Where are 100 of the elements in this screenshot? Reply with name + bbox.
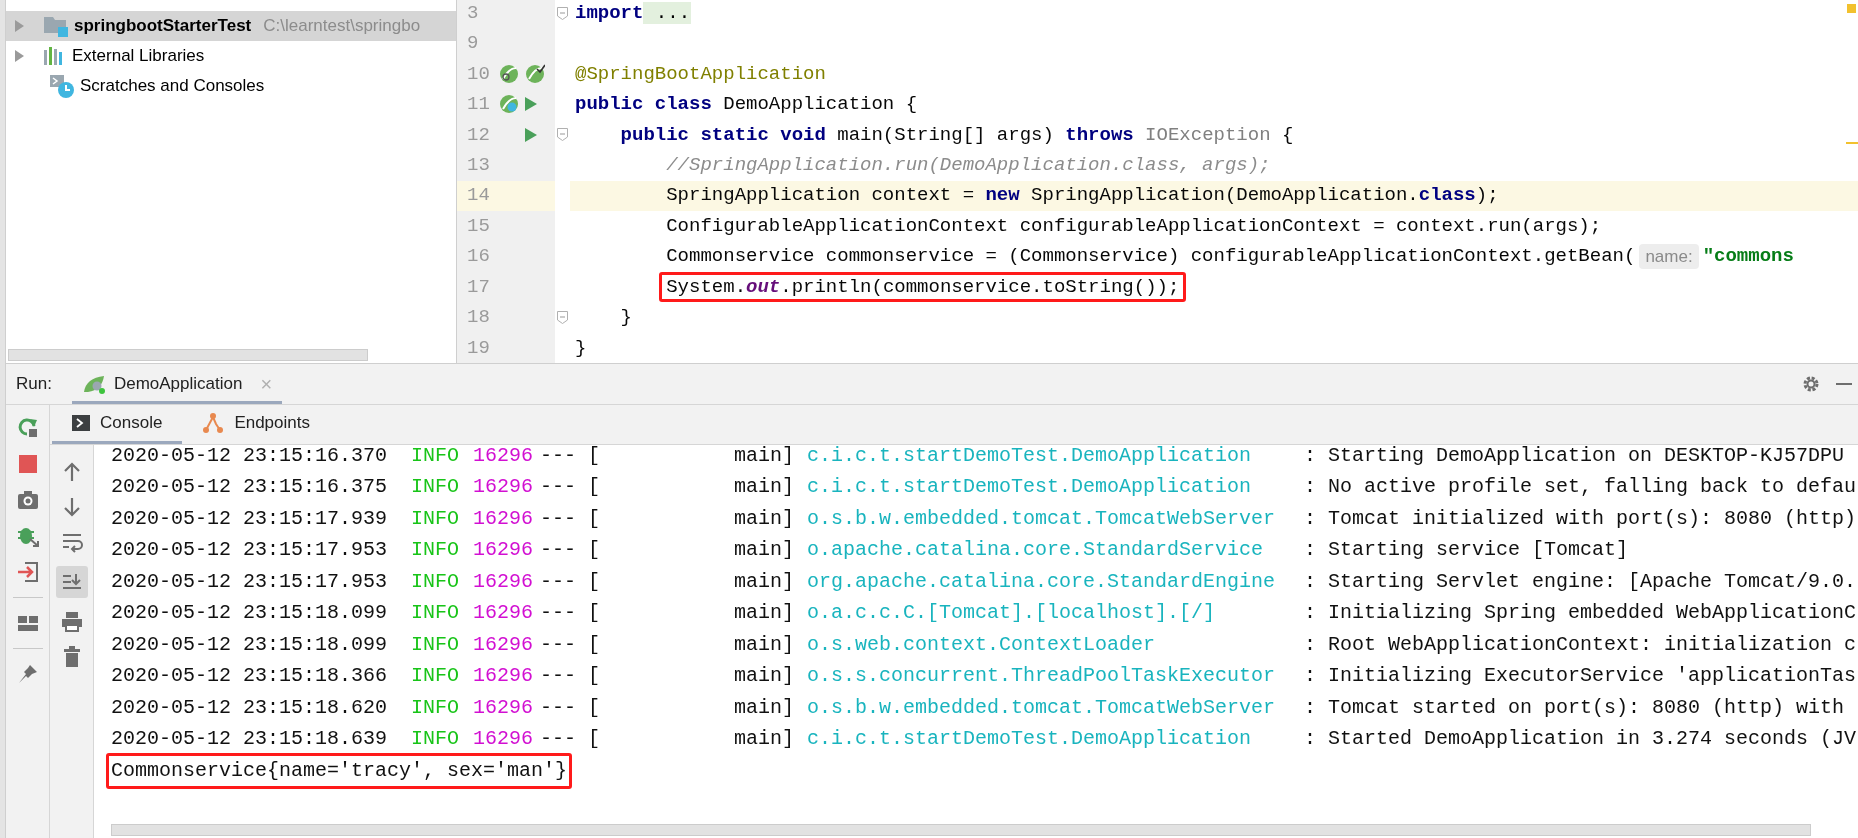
- log-message: : Started DemoApplication in 3.274 seconds (JV: [1304, 726, 1857, 753]
- line-number: 15: [466, 213, 491, 239]
- log-message: : Initializing Spring embedded WebApplicationC: [1304, 600, 1857, 627]
- log-timestamp: 2020-05-12 23:15:18.099: [111, 631, 389, 658]
- folder-icon: [44, 15, 68, 37]
- code-text: public class DemoApplication {: [575, 92, 918, 118]
- log-message: : Starting DemoApplication on DESKTOP-KJ57DPU: [1304, 445, 1845, 469]
- log-message: : Tomcat initialized with port(s): 8080 (http): [1304, 505, 1857, 532]
- logger-name: o.s.b.w.embedded.tomcat.TomcatWebServer: [807, 505, 1277, 532]
- log-separator: --- [: [540, 568, 601, 595]
- code-text: @SpringBootApplication: [575, 61, 826, 87]
- logger-name: o.s.web.context.ContextLoader: [807, 631, 1157, 658]
- process-id: 16296: [473, 694, 534, 721]
- horizontal-scrollbar[interactable]: [111, 824, 1811, 836]
- console-tab[interactable]: Endpoints: [182, 405, 330, 444]
- code-text: import ...: [575, 0, 692, 26]
- code-text: //SpringApplication.run(DemoApplication.class, args);: [665, 153, 1271, 179]
- debug-bug-icon[interactable]: [16, 525, 39, 547]
- horizontal-scrollbar[interactable]: [8, 349, 368, 361]
- run-icon[interactable]: [525, 97, 537, 112]
- thread-name: main]: [734, 694, 795, 721]
- log-level: INFO: [411, 663, 460, 690]
- line-number: 10: [466, 61, 491, 87]
- log-timestamp: 2020-05-12 23:15:17.953: [111, 568, 389, 595]
- log-separator: --- [: [540, 537, 601, 564]
- log-timestamp: 2020-05-12 23:15:17.953: [111, 537, 389, 564]
- log-message: : No active profile set, falling back to defau: [1304, 474, 1857, 501]
- line-number: 18: [466, 305, 491, 331]
- process-id: 16296: [473, 600, 534, 627]
- line-number: 12: [466, 122, 491, 148]
- line-number: 3: [466, 0, 480, 26]
- line-number: 16: [466, 244, 491, 270]
- log-separator: --- [: [540, 474, 601, 501]
- tree-item[interactable]: springbootStarterTest C:\learntest\springbo: [6, 11, 456, 41]
- fold-marker-icon[interactable]: [557, 310, 568, 324]
- console-output: Commonservice{name='tracy', sex='man'}: [106, 752, 573, 789]
- line-number: 19: [466, 335, 491, 361]
- exit-icon[interactable]: [16, 561, 39, 583]
- logger-name: c.i.c.t.startDemoTest.DemoApplication: [807, 474, 1253, 501]
- log-separator: --- [: [540, 505, 601, 532]
- line-number: 9: [466, 31, 480, 57]
- log-message: : Tomcat started on port(s): 8080 (http) with: [1304, 694, 1845, 721]
- tree-item-label: springbootStarterTest: [74, 15, 252, 38]
- print-icon[interactable]: [60, 611, 83, 633]
- thread-name: main]: [734, 600, 795, 627]
- minimize-icon[interactable]: [1836, 382, 1852, 386]
- bean-check-icon[interactable]: [525, 64, 545, 85]
- bean-icon[interactable]: [499, 94, 519, 115]
- log-timestamp: 2020-05-12 23:15:18.366: [111, 663, 389, 690]
- logger-name: org.apache.catalina.core.StandardEngine: [807, 568, 1277, 595]
- expand-arrow-icon[interactable]: [14, 50, 24, 62]
- warning-marker[interactable]: [1846, 142, 1858, 144]
- scratch-clock-icon: [50, 74, 74, 98]
- log-message: : Initializing ExecutorService 'applicationTas: [1304, 663, 1857, 690]
- line-number: 11: [466, 92, 491, 118]
- log-timestamp: 2020-05-12 23:15:16.375: [111, 474, 389, 501]
- fold-marker-icon[interactable]: [557, 6, 568, 20]
- spring-app-icon: [81, 374, 106, 394]
- log-separator: --- [: [540, 445, 601, 469]
- fold-marker-icon[interactable]: [557, 128, 568, 142]
- tree-item-label: Scratches and Consoles: [80, 75, 265, 98]
- thread-name: main]: [734, 568, 795, 595]
- line-number: 17: [466, 274, 491, 300]
- tree-item[interactable]: External Libraries: [6, 41, 456, 71]
- thread-name: main]: [734, 631, 795, 658]
- code-text: public static void main(String[] args) throws IOException {: [619, 122, 1294, 148]
- endpoints-icon: [202, 412, 225, 434]
- log-timestamp: 2020-05-12 23:15:18.099: [111, 600, 389, 627]
- logger-name: o.s.s.concurrent.ThreadPoolTaskExecutor: [807, 663, 1277, 690]
- camera-icon[interactable]: [16, 489, 39, 511]
- thread-name: main]: [734, 726, 795, 753]
- thread-name: main]: [734, 663, 795, 690]
- process-id: 16296: [473, 505, 534, 532]
- process-id: 16296: [473, 663, 534, 690]
- log-timestamp: 2020-05-12 23:15:18.639: [111, 726, 389, 753]
- line-number: 14: [466, 183, 491, 209]
- stop-icon[interactable]: [16, 453, 39, 475]
- process-id: 16296: [473, 537, 534, 564]
- soft-wrap-icon[interactable]: [60, 531, 83, 553]
- log-level: INFO: [411, 726, 460, 753]
- warning-marker[interactable]: [1847, 4, 1856, 13]
- log-timestamp: 2020-05-12 23:15:18.620: [111, 694, 389, 721]
- console-icon: [72, 415, 90, 431]
- thread-name: main]: [734, 474, 795, 501]
- pin-icon[interactable]: [16, 663, 39, 685]
- settings-icon[interactable]: [1802, 375, 1820, 393]
- code-text: }: [619, 305, 632, 331]
- log-message: : Root WebApplicationContext: initialization c: [1304, 631, 1857, 658]
- logger-name: o.a.c.c.C.[Tomcat].[localhost].[/]: [807, 600, 1217, 627]
- rerun-icon[interactable]: [16, 417, 39, 439]
- bean-search-icon[interactable]: [499, 64, 519, 85]
- tree-item[interactable]: Scratches and Consoles: [6, 71, 456, 101]
- log-message: : Starting Servlet engine: [Apache Tomcat/9.0.: [1304, 568, 1857, 595]
- project-path: C:\learntest\springbo: [263, 15, 421, 38]
- log-level: INFO: [411, 568, 460, 595]
- logger-name: c.i.c.t.startDemoTest.DemoApplication: [807, 726, 1253, 753]
- code-text: SpringApplication context = new SpringApplication(DemoApplication.class);: [665, 183, 1499, 209]
- code-text: }: [575, 335, 587, 361]
- run-icon[interactable]: [525, 127, 537, 142]
- log-level: INFO: [411, 505, 460, 532]
